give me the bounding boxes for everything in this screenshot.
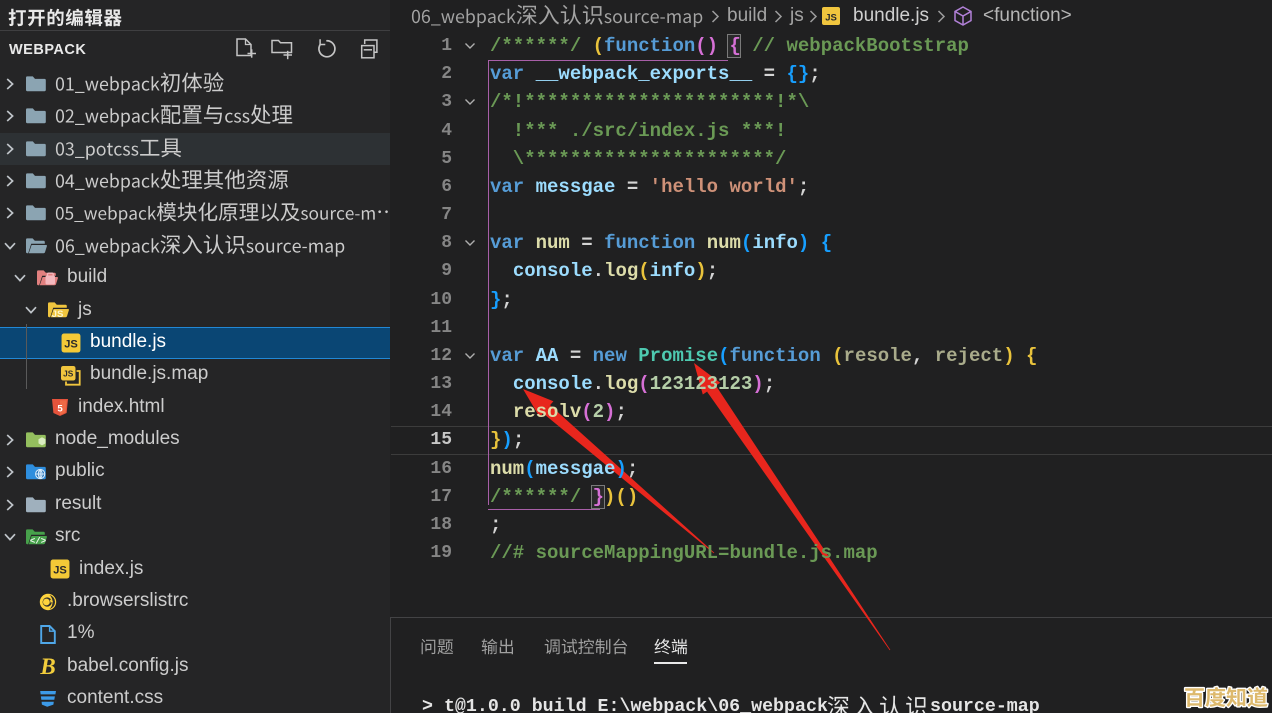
svg-text:5: 5 <box>57 403 63 414</box>
svg-text:JS: JS <box>52 309 64 319</box>
svg-text:JS: JS <box>53 565 67 577</box>
svg-text:JS: JS <box>63 368 74 378</box>
svg-text:</>: </> <box>30 536 46 546</box>
svg-text:JS: JS <box>64 338 78 350</box>
svg-text:B: B <box>39 655 55 679</box>
svg-text:JS: JS <box>825 13 837 24</box>
